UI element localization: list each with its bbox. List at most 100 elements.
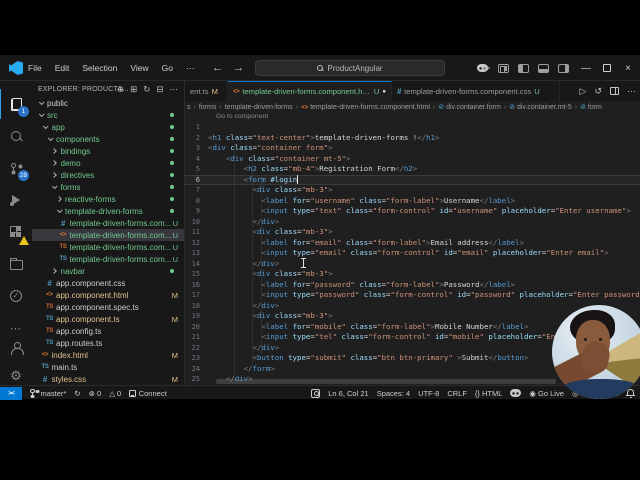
code-line-3[interactable]: 3 <div class="container form"> — [185, 143, 640, 154]
code-line-1[interactable]: 1 — [185, 122, 640, 133]
restore-button[interactable] — [603, 64, 611, 72]
customize-layout-icon[interactable] — [498, 63, 509, 73]
tree-file-index.html[interactable]: <> index.html M — [32, 349, 184, 361]
code-line-16[interactable]: 16 <label for="password" class="form-lab… — [185, 280, 640, 291]
menu-file[interactable]: File — [28, 63, 42, 73]
code-line-9[interactable]: 9 <input type="text" class="form-control… — [185, 206, 640, 217]
sync-status-item[interactable]: ↻ — [74, 389, 80, 398]
tree-file-app.routes.ts[interactable]: TS app.routes.ts — [32, 337, 184, 349]
menu-selection[interactable]: Selection — [82, 63, 117, 73]
vscode-logo-icon[interactable] — [9, 61, 23, 75]
copilot-status-item[interactable] — [510, 389, 522, 397]
tree-folder-public[interactable]: public — [32, 97, 184, 109]
explorer-activity-button[interactable]: 1 — [0, 89, 32, 119]
tree-file-app.config.ts[interactable]: TS app.config.ts — [32, 325, 184, 337]
tree-file-main.ts[interactable]: TS main.ts — [32, 361, 184, 373]
branch-status-item[interactable]: master* — [30, 388, 66, 398]
breadcrumb-item[interactable]: ⊘ div.container.mt-5 — [509, 103, 572, 111]
code-line-10[interactable]: 10 </div> — [185, 217, 640, 228]
tree-folder-components[interactable]: components — [32, 133, 184, 145]
code-line-17[interactable]: 17 <input type="password" class="form-co… — [185, 290, 640, 301]
menu-view[interactable]: View — [130, 63, 148, 73]
tree-file-app.component.css[interactable]: # app.component.css — [32, 277, 184, 289]
extensions-activity-button[interactable] — [0, 217, 32, 247]
tree-file-template-driven-forms.com...[interactable]: # template-driven-forms.com... U — [32, 217, 184, 229]
braces-status-item[interactable]: {} HTML — [475, 389, 503, 398]
tree-file-template-driven-forms.com...[interactable]: TS template-driven-forms.com... U — [32, 241, 184, 253]
connect-status-item[interactable]: Connect — [129, 389, 167, 398]
tab-template-driven-forms.component.css[interactable]: # template-driven-forms.component.css U — [392, 81, 560, 101]
status-text[interactable]: UTF-8 — [418, 389, 439, 398]
errors-status-item[interactable]: ⊗ 0 — [89, 389, 102, 398]
status-text[interactable]: Spaces: 4 — [377, 389, 410, 398]
copilot-button[interactable] — [477, 63, 491, 72]
tree-file-app.component.ts[interactable]: TS app.component.ts M — [32, 313, 184, 325]
tree-file-template-driven-forms.com...[interactable]: <> template-driven-forms.com... U — [32, 229, 184, 241]
menu-go[interactable]: Go — [162, 63, 173, 73]
tab-ent.ts[interactable]: ent.ts M — [185, 81, 228, 101]
tree-folder-navbar[interactable]: navbar — [32, 265, 184, 277]
code-line-12[interactable]: 12 <label for="email" class="form-label"… — [185, 238, 640, 249]
refresh-icon[interactable]: ↻ — [143, 84, 150, 95]
menu-edit[interactable]: Edit — [55, 63, 70, 73]
tree-file-styles.css[interactable]: # styles.css M — [32, 373, 184, 385]
tree-folder-bindings[interactable]: bindings — [32, 145, 184, 157]
new-folder-icon[interactable]: ⊞ — [130, 84, 137, 95]
close-button[interactable]: × — [620, 63, 636, 74]
run-debug-activity-button[interactable] — [0, 185, 32, 215]
more-icon[interactable]: ⋯ — [627, 86, 636, 97]
tree-folder-app[interactable]: app — [32, 121, 184, 133]
tree-file-app.component.html[interactable]: <> app.component.html M — [32, 289, 184, 301]
remote-status-item[interactable]: >< — [0, 386, 22, 400]
breadcrumb-item[interactable]: s — [187, 104, 191, 111]
code-line-4[interactable]: 4 <div class="container mt-5"> — [185, 154, 640, 165]
history-back-icon[interactable]: ← — [212, 62, 223, 74]
timeline-icon[interactable]: ↺ — [594, 86, 602, 97]
tree-folder-reactive-forms[interactable]: reactive-forms — [32, 193, 184, 205]
code-line-7[interactable]: 7 <div class="mb-3"> — [185, 185, 640, 196]
code-line-8[interactable]: 8 <label for="username" class="form-labe… — [185, 196, 640, 207]
command-center[interactable]: ProductAngular — [255, 60, 445, 76]
go-to-component-codelens[interactable]: Go to component — [216, 113, 268, 120]
status-text[interactable]: CRLF — [447, 389, 467, 398]
remote-explorer-activity-button[interactable] — [0, 249, 32, 279]
search-activity-button[interactable] — [0, 121, 32, 151]
split-editor-icon[interactable] — [610, 87, 619, 95]
tab-template-driven-forms.component.html[interactable]: <> template-driven-forms.component.html U ● — [228, 81, 392, 101]
breadcrumb-item[interactable]: ⊘ div.container.form — [438, 103, 501, 111]
breadcrumb-item[interactable]: forms — [199, 104, 217, 111]
run-icon[interactable]: ▷ — [580, 86, 587, 97]
breadcrumb-item[interactable]: ⊘ form — [580, 103, 602, 111]
source-control-activity-button[interactable]: 28 — [0, 153, 32, 183]
toggle-panel-icon[interactable] — [538, 63, 549, 73]
code-line-18[interactable]: 18 </div> — [185, 301, 640, 312]
toggle-secondary-sidebar-icon[interactable] — [558, 63, 569, 73]
testing-activity-button[interactable]: ✓ — [0, 281, 32, 311]
code-line-6[interactable]: 6 <form #login — [185, 175, 640, 186]
menu-more[interactable]: ⋯ — [186, 63, 195, 74]
code-line-15[interactable]: 15 <div class="mb-3"> — [185, 269, 640, 280]
breadcrumb-item[interactable]: <> template-driven-forms.component.html — [301, 104, 430, 111]
code-line-13[interactable]: 13 <input type="email" class="form-contr… — [185, 248, 640, 259]
warnings-status-item[interactable]: △ 0 — [109, 389, 121, 398]
more-icon[interactable]: ⋯ — [170, 84, 179, 95]
horizontal-scrollbar[interactable] — [216, 379, 556, 384]
history-forward-icon[interactable]: → — [233, 62, 244, 74]
minimize-button[interactable]: — — [578, 63, 594, 74]
tree-folder-src[interactable]: src — [32, 109, 184, 121]
tree-file-template-driven-forms.com...[interactable]: TS template-driven-forms.com... U — [32, 253, 184, 265]
screencast-magnifier-status-item[interactable] — [311, 388, 321, 398]
breadcrumb-item[interactable]: template-driven-forms — [225, 104, 293, 111]
code-line-2[interactable]: 2 <h1 class="text-center">template-driven… — [185, 133, 640, 144]
account-button[interactable] — [0, 333, 32, 363]
toggle-sidebar-icon[interactable] — [518, 63, 529, 73]
status-text[interactable]: Ln 6, Col 21 — [328, 389, 368, 398]
code-line-14[interactable]: 14 </div> — [185, 259, 640, 270]
breadcrumb[interactable]: s › forms › template-driven-forms › <> templat… — [185, 101, 640, 113]
code-line-5[interactable]: 5 <h2 class="mb-4">Registration Form</h2… — [185, 164, 640, 175]
collapse-all-icon[interactable]: ⊟ — [156, 84, 163, 95]
tree-folder-template-driven-forms[interactable]: template-driven-forms — [32, 205, 184, 217]
tree-folder-directives[interactable]: directives — [32, 169, 184, 181]
code-line-11[interactable]: 11 <div class="mb-3"> — [185, 227, 640, 238]
tree-folder-forms[interactable]: forms — [32, 181, 184, 193]
